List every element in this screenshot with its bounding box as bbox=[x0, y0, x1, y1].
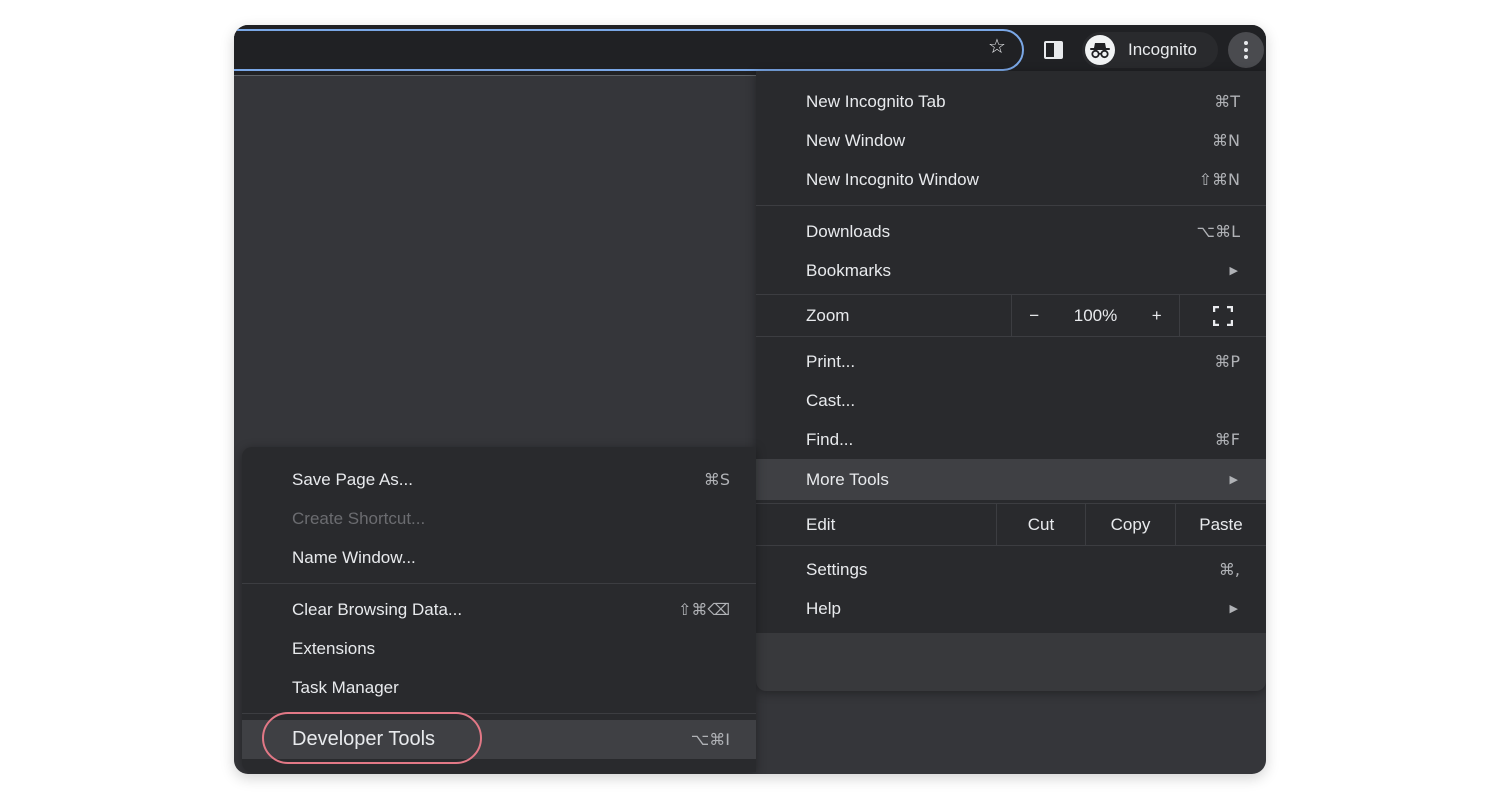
menu-item-settings[interactable]: Settings ⌘, bbox=[756, 550, 1266, 589]
incognito-icon bbox=[1085, 35, 1115, 65]
shortcut: ⌘S bbox=[703, 470, 730, 489]
fullscreen-icon bbox=[1213, 305, 1233, 326]
address-bar[interactable] bbox=[234, 29, 1024, 71]
three-dot-menu-icon[interactable] bbox=[1228, 32, 1264, 68]
zoom-label: Zoom bbox=[756, 295, 1012, 336]
edit-row: Edit Cut Copy Paste bbox=[756, 504, 1266, 545]
menu-item-more-tools[interactable]: More Tools ▶ bbox=[756, 459, 1266, 500]
menu-item-bookmarks[interactable]: Bookmarks ▶ bbox=[756, 251, 1266, 290]
profile-button[interactable]: Incognito bbox=[1082, 32, 1218, 68]
shortcut: ⌥⌘I bbox=[690, 730, 730, 749]
menu-footer-area bbox=[756, 633, 1266, 691]
shortcut: ⌥⌘L bbox=[1196, 222, 1240, 241]
menu-item-downloads[interactable]: Downloads ⌥⌘L bbox=[756, 212, 1266, 251]
menu-item-print[interactable]: Print... ⌘P bbox=[756, 342, 1266, 381]
menu-item-new-window[interactable]: New Window ⌘N bbox=[756, 121, 1266, 160]
copy-button[interactable]: Copy bbox=[1086, 504, 1176, 545]
edit-label: Edit bbox=[756, 504, 997, 545]
star-icon[interactable]: ☆ bbox=[986, 36, 1008, 58]
shortcut: ⌘T bbox=[1214, 92, 1240, 111]
browser-toolbar: ☆ Incognito bbox=[234, 25, 1266, 75]
menu-divider bbox=[756, 545, 1266, 546]
menu-divider bbox=[756, 336, 1266, 337]
menu-item-cast[interactable]: Cast... bbox=[756, 381, 1266, 420]
fullscreen-button[interactable] bbox=[1180, 295, 1266, 336]
menu-item-new-incognito-tab[interactable]: New Incognito Tab ⌘T bbox=[756, 82, 1266, 121]
menu-item-name-window[interactable]: Name Window... bbox=[242, 538, 756, 577]
zoom-row: Zoom − 100% + bbox=[756, 295, 1266, 336]
shortcut: ⌘F bbox=[1214, 430, 1240, 449]
profile-label: Incognito bbox=[1128, 40, 1197, 59]
menu-item-developer-tools[interactable]: Developer Tools ⌥⌘I bbox=[242, 712, 756, 764]
zoom-level: 100% bbox=[1073, 305, 1118, 325]
shortcut: ⌘N bbox=[1212, 131, 1240, 150]
menu-divider bbox=[242, 713, 756, 714]
menu-item-create-shortcut: Create Shortcut... bbox=[292, 508, 426, 528]
menu-item-help[interactable]: Help ▶ bbox=[756, 589, 1266, 628]
more-tools-submenu: Save Page As... ⌘S Create Shortcut... Na… bbox=[242, 447, 756, 772]
menu-item-task-manager[interactable]: Task Manager bbox=[242, 668, 756, 707]
submenu-arrow-icon: ▶ bbox=[1229, 474, 1238, 486]
menu-item-clear-browsing-data[interactable]: Clear Browsing Data... ⇧⌘⌫ bbox=[242, 590, 756, 629]
shortcut: ⇧⌘N bbox=[1198, 170, 1240, 189]
zoom-in-button[interactable]: + bbox=[1152, 306, 1162, 326]
menu-item-extensions[interactable]: Extensions bbox=[242, 629, 756, 668]
menu-divider bbox=[242, 583, 756, 584]
menu-item-find[interactable]: Find... ⌘F bbox=[756, 420, 1266, 459]
side-panel-icon[interactable] bbox=[1044, 41, 1063, 59]
submenu-arrow-icon: ▶ bbox=[1229, 265, 1238, 277]
menu-divider bbox=[756, 205, 1266, 206]
cut-button[interactable]: Cut bbox=[997, 504, 1086, 545]
shortcut: ⇧⌘⌫ bbox=[677, 600, 730, 619]
shortcut: ⌘P bbox=[1214, 352, 1240, 371]
paste-button[interactable]: Paste bbox=[1176, 504, 1266, 545]
shortcut: ⌘, bbox=[1218, 560, 1240, 579]
menu-item-save-page-as[interactable]: Save Page As... ⌘S bbox=[242, 460, 756, 499]
zoom-controls: − 100% + bbox=[1012, 295, 1180, 336]
chrome-main-menu: New Incognito Tab ⌘T New Window ⌘N New I… bbox=[756, 71, 1266, 691]
browser-window: ☆ Incognito New Incognito Tab ⌘T New Win… bbox=[234, 25, 1266, 774]
menu-item-new-incognito-window[interactable]: New Incognito Window ⇧⌘N bbox=[756, 160, 1266, 199]
zoom-out-button[interactable]: − bbox=[1029, 306, 1039, 326]
submenu-arrow-icon: ▶ bbox=[1229, 603, 1238, 615]
